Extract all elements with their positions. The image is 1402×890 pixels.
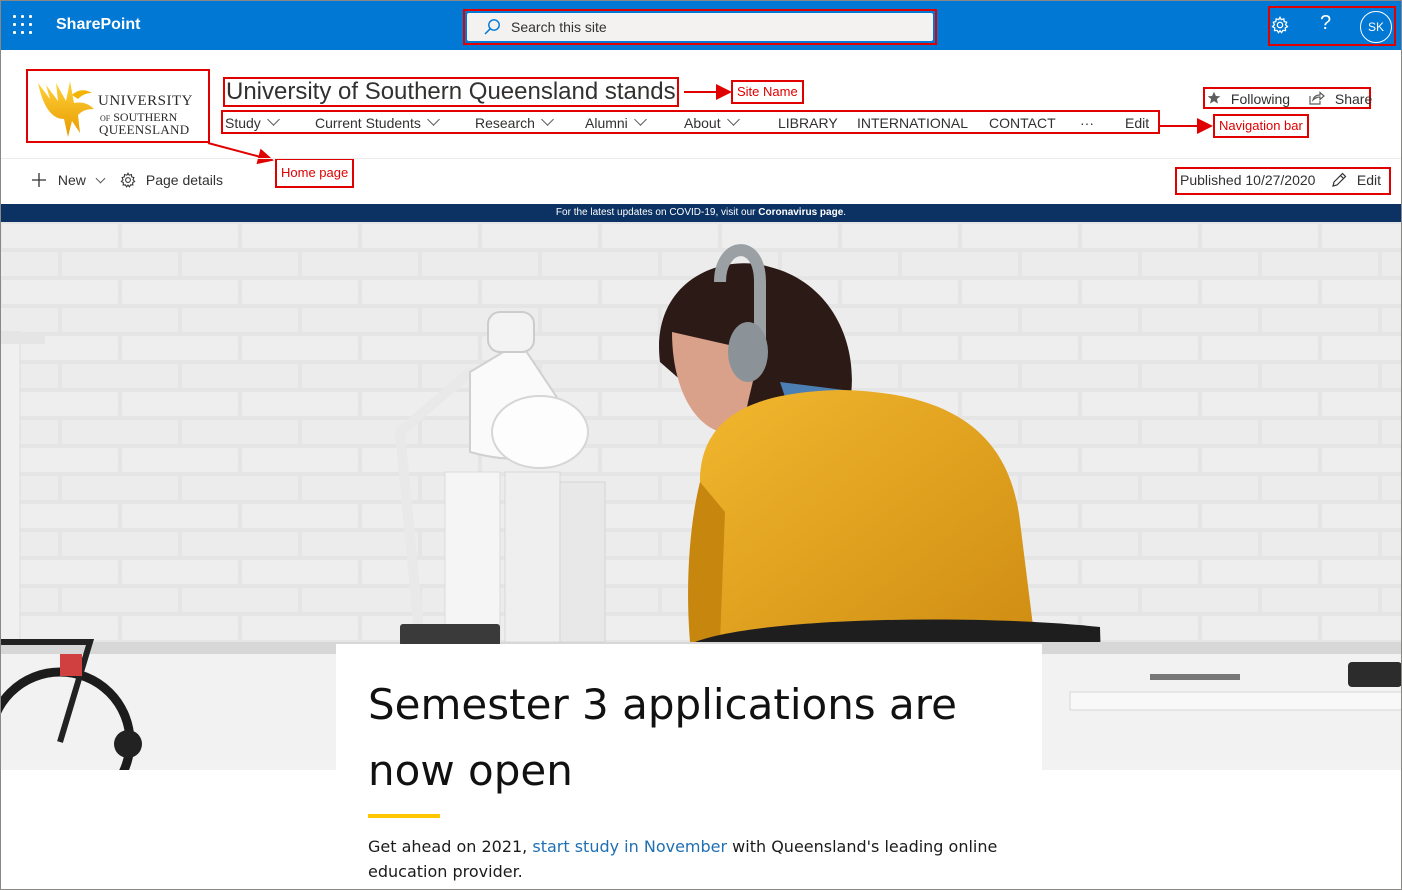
settings-gear-icon [120,172,136,188]
new-label: New [57,172,86,188]
logo-text-queensland: QUEENSLAND [99,122,190,137]
nav-item-label: Alumni [585,115,628,131]
nav-item-research[interactable]: Research [475,113,554,131]
hero-title: Semester 3 applications are now open [368,680,957,795]
settings-gear-icon[interactable] [1271,16,1289,34]
app-launcher-icon[interactable] [13,15,33,35]
annotation-navigation-bar: Navigation bar [1213,114,1309,138]
hero-body-text: Get ahead on 2021, start study in Novemb… [368,834,1008,884]
chevron-down-icon [426,113,440,126]
chevron-down-icon [633,113,647,126]
search-icon [484,19,500,35]
nav-item-about[interactable]: About [684,113,740,131]
chevron-down-icon [95,173,106,184]
suite-bar: SharePoint ? SK [0,0,1402,50]
nav-item-contact[interactable]: CONTACT [989,115,1056,131]
nav-edit-link[interactable]: Edit [1125,115,1149,131]
plus-icon [32,173,46,187]
follow-button[interactable]: Following [1207,91,1290,107]
chevron-down-icon [726,113,740,126]
usq-phoenix-logo-icon [38,81,94,137]
page-details-label: Page details [145,172,223,188]
share-button[interactable]: Share [1309,91,1372,107]
navigation-bar: Study Current Students Research Alumni A… [221,110,1160,134]
title-accent-bar [368,814,440,818]
edit-page-button[interactable]: Edit [1331,172,1381,188]
command-bar-divider [0,158,1402,159]
new-button[interactable]: New [32,172,106,188]
share-icon [1309,91,1325,105]
edit-label: Edit [1356,172,1382,188]
nav-item-international[interactable]: INTERNATIONAL [857,115,968,131]
user-avatar[interactable]: SK [1360,11,1392,43]
nav-item-library[interactable]: LIBRARY [778,115,838,131]
site-title[interactable]: University of Southern Queensland stands [223,77,679,107]
coronavirus-page-link[interactable]: Coronavirus page [758,207,843,218]
nav-item-label: Research [475,115,535,131]
nav-more-ellipsis[interactable]: ··· [1080,115,1094,131]
star-icon [1207,91,1221,104]
site-actions-highlight: Following Share [1203,87,1372,109]
sharepoint-brand-link[interactable]: SharePoint [56,16,140,34]
covid-banner-suffix: . [843,207,847,218]
annotation-home-page: Home page [275,158,355,188]
published-date: Published 10/27/2020 [1180,172,1316,188]
hero-content-card: Semester 3 applications are now open Get… [336,644,1042,890]
nav-item-alumni[interactable]: Alumni [585,113,647,131]
nav-item-study[interactable]: Study [225,113,280,131]
page-details-button[interactable]: Page details [120,172,223,188]
annotation-site-name: Site Name [731,80,804,104]
pencil-icon [1332,172,1347,187]
share-label: Share [1334,91,1373,107]
follow-label: Following [1230,91,1291,107]
logo-text-university: UNIVERSITY [98,93,193,109]
chevron-down-icon [266,113,280,126]
hero-body-before: Get ahead on 2021, [368,837,528,856]
covid-banner-text: For the latest updates on COVID-19, visi… [555,207,756,218]
nav-item-label: Current Students [315,115,421,131]
site-logo-home-link[interactable]: UNIVERSITY OF SOUTHERN QUEENSLAND [26,69,210,143]
help-icon[interactable]: ? [1320,12,1331,35]
nav-item-current-students[interactable]: Current Students [315,113,440,131]
search-box[interactable] [467,13,933,41]
search-input[interactable] [511,13,891,41]
start-study-link[interactable]: start study in November [532,837,727,856]
nav-item-label: About [684,115,721,131]
chevron-down-icon [541,113,554,126]
covid-banner: For the latest updates on COVID-19, visi… [0,204,1402,222]
search-box-highlight [463,9,937,45]
nav-item-label: Study [225,115,261,131]
